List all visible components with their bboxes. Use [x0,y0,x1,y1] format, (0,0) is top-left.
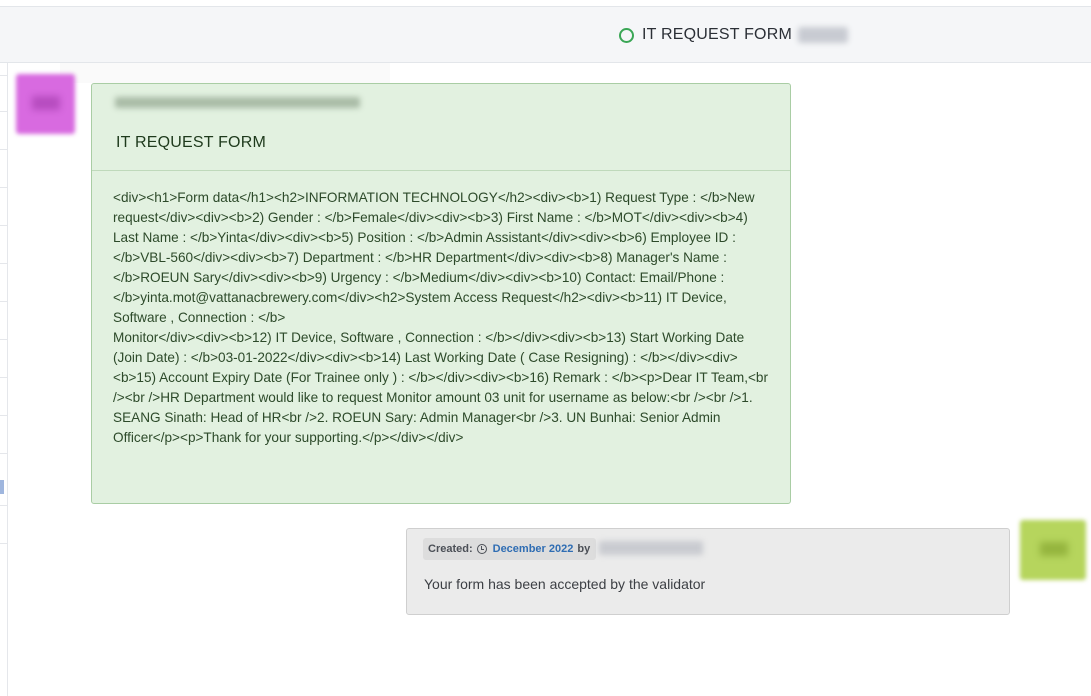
rail-scroll-marker[interactable] [0,480,4,494]
avatar[interactable] [16,74,75,134]
divider [92,170,790,171]
created-date[interactable]: December 2022 [493,543,574,555]
redacted-username [599,541,703,555]
rail-divider [0,453,8,454]
rail-divider [0,75,8,76]
circle-outline-icon [619,27,634,43]
rail-divider [0,377,8,378]
clock-icon [476,544,487,554]
avatar-initials [32,96,60,110]
redacted-title-suffix [797,27,848,43]
rail-divider [0,149,8,150]
left-rail [0,63,8,696]
rail-divider [0,225,8,226]
rail-divider [0,187,8,188]
avatar-initials [1040,542,1068,556]
redacted-message-meta [115,97,360,108]
message-title: IT REQUEST FORM [116,134,266,151]
header-title-group: IT REQUEST FORM [619,24,848,46]
rail-divider [0,543,8,544]
rail-divider [0,301,8,302]
header-bar: IT REQUEST FORM [0,6,1091,63]
rail-divider [0,505,8,506]
avatar[interactable] [1020,520,1086,580]
created-label: Created: [428,543,473,555]
reply-message-card: Created: December 2022 by Your form has … [406,528,1010,615]
rail-divider [0,415,8,416]
rail-divider [0,263,8,264]
by-label: by [577,543,591,555]
form-message-card: IT REQUEST FORM <div><h1>Form data</h1><… [91,83,791,504]
page-title: IT REQUEST FORM [642,26,792,43]
message-body: <div><h1>Form data</h1><h2>INFORMATION T… [113,190,769,445]
rail-divider [0,339,8,340]
reply-text: Your form has been accepted by the valid… [424,576,706,592]
created-badge: Created: December 2022 by [423,538,597,560]
redacted-strip [60,63,390,83]
rail-divider [0,111,8,112]
